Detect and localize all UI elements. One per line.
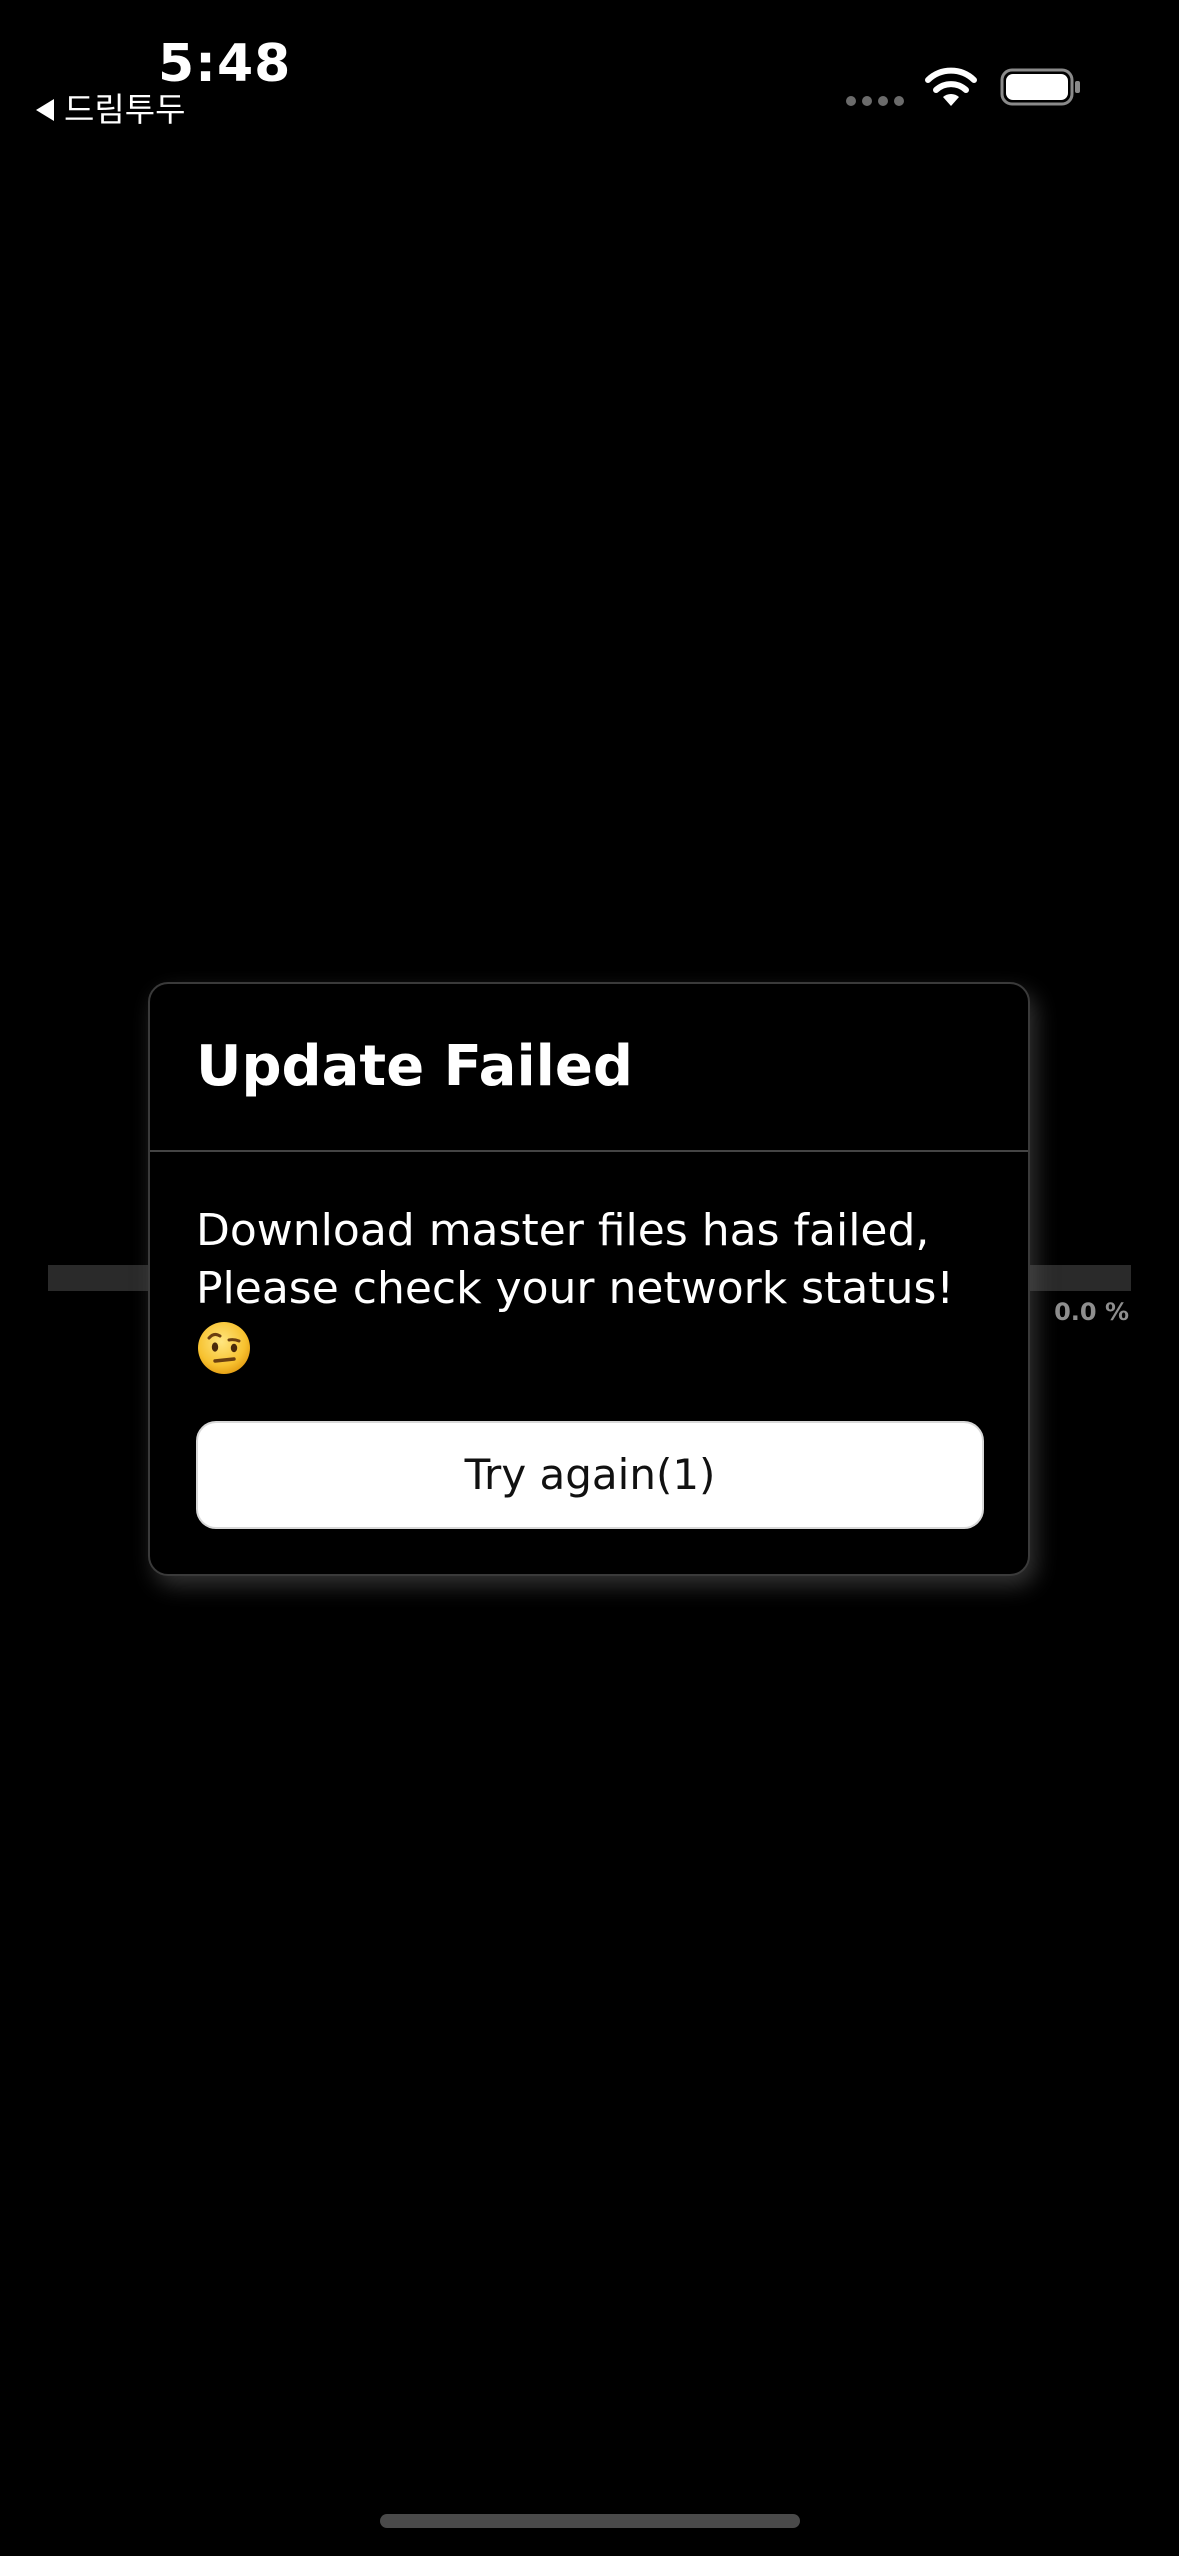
back-to-app-link[interactable]: 드림투두: [36, 88, 185, 132]
dialog-title: Update Failed: [196, 1034, 633, 1099]
try-again-button[interactable]: Try again(1): [196, 1421, 984, 1529]
dialog-message: Download master files has failed, Please…: [196, 1205, 955, 1314]
dialog-body: Download master files has failed, Please…: [150, 1152, 1028, 1376]
update-failed-dialog: Update Failed Download master files has …: [148, 982, 1030, 1576]
dialog-header: Update Failed: [150, 984, 1028, 1152]
face-with-raised-eyebrow-icon: [198, 1322, 250, 1374]
back-arrow-icon: [36, 99, 54, 121]
app-screen: 5:48 드림투두 0.0 % Update Failed Download m…: [0, 0, 1179, 2556]
status-time: 5:48: [158, 34, 292, 94]
battery-icon: [1000, 68, 1080, 106]
back-app-label: 드림투두: [64, 90, 186, 129]
cellular-signal-icon: [846, 96, 904, 106]
home-indicator[interactable]: [380, 2514, 800, 2528]
wifi-icon: [925, 67, 977, 106]
download-progress-label: 0.0 %: [1054, 1298, 1129, 1326]
